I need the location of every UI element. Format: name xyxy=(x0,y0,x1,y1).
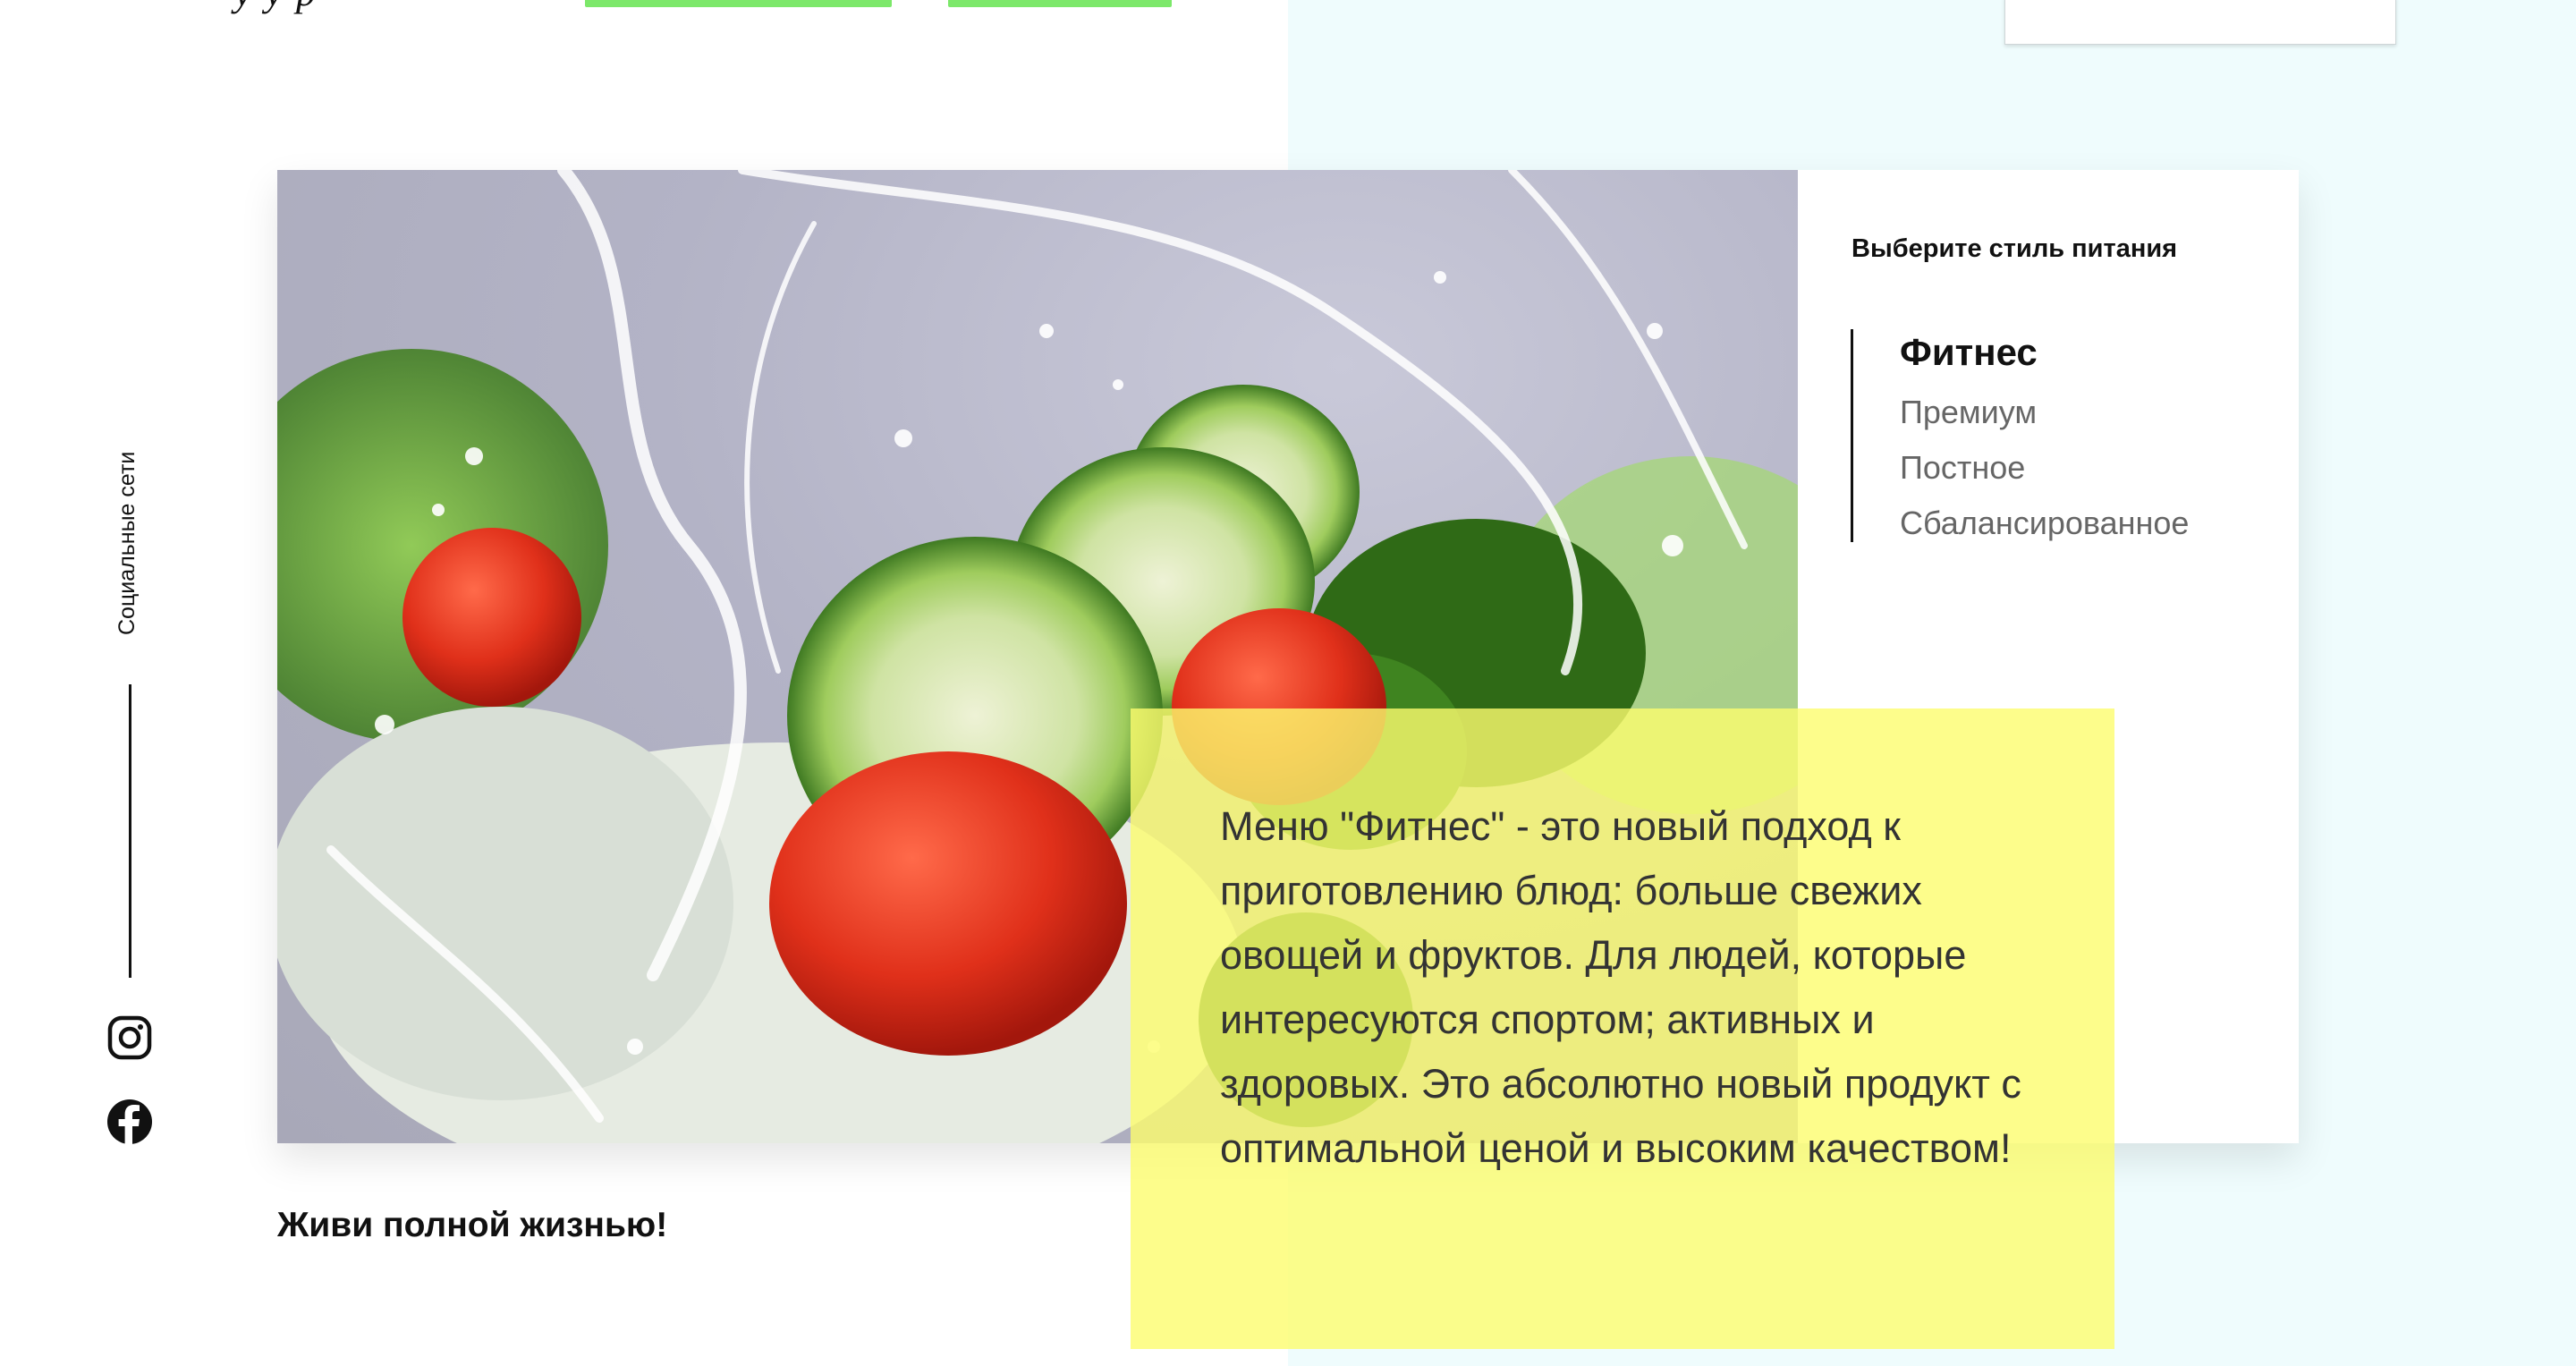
dropdown-panel xyxy=(2004,0,2396,45)
diet-option-premium[interactable]: Премиум xyxy=(1900,394,2037,431)
instagram-icon[interactable] xyxy=(106,1014,153,1061)
facebook-icon[interactable] xyxy=(106,1099,153,1145)
diet-description: Меню "Фитнес" - это новый подход к приго… xyxy=(1220,803,2021,1171)
nav-button-secondary[interactable] xyxy=(948,0,1172,7)
diet-selector-title: Выберите стиль питания xyxy=(1852,234,2178,263)
diet-option-fitness[interactable]: Фитнес xyxy=(1900,331,2038,374)
slogan: Живи полной жизнью! xyxy=(277,1206,668,1244)
social-label: Социальные сети xyxy=(114,451,140,635)
social-divider xyxy=(129,684,131,978)
diet-option-balanced[interactable]: Сбалансированное xyxy=(1900,505,2189,542)
nav-button-primary[interactable] xyxy=(585,0,892,7)
diet-selector-indicator xyxy=(1851,329,1853,542)
logo[interactable]: у у р xyxy=(234,0,318,15)
diet-option-lenten[interactable]: Постное xyxy=(1900,449,2025,487)
